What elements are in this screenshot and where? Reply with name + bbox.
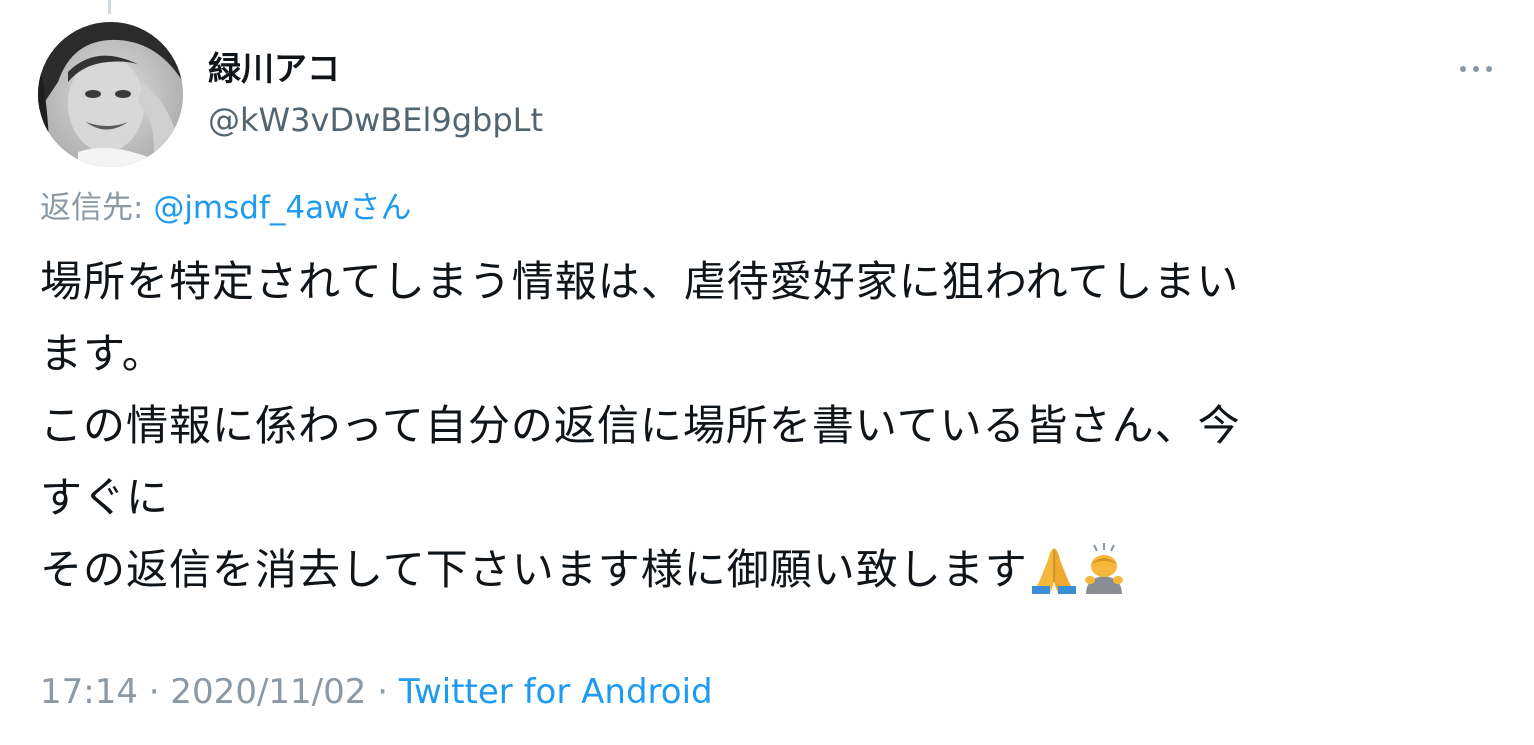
reply-mention-suffix[interactable]: さん — [349, 190, 411, 226]
thread-connector-line — [108, 0, 111, 14]
avatar-photo — [38, 22, 183, 167]
user-handle[interactable]: @kW3vDwBEl9gbpLt — [208, 98, 543, 142]
reply-mention-link[interactable]: @jmsdf_4aw — [153, 190, 349, 226]
tweet-line: 場所を特定されてしまう情報は、虐待愛好家に狙われてしまい — [40, 257, 1240, 306]
tweet-line-last: その返信を消去して下さいます様に御願い致します — [40, 534, 1480, 606]
tweet-line: この情報に係わって自分の返信に場所を書いている皆さん、今 — [40, 401, 1241, 450]
tweet-meta: 17:14 · 2020/11/02 · Twitter for Android — [40, 670, 713, 714]
display-name[interactable]: 緑川アコ — [208, 47, 340, 91]
meta-separator: · — [366, 672, 399, 712]
more-horizontal-icon — [1460, 66, 1492, 72]
replying-to-prefix: 返信先: — [40, 190, 154, 226]
avatar[interactable] — [38, 22, 183, 167]
tweet-line: ます。 — [40, 329, 165, 378]
meta-separator: · — [137, 672, 171, 712]
folded-hands-emoji — [1031, 548, 1076, 594]
tweet-time[interactable]: 17:14 — [40, 672, 138, 712]
replying-to: 返信先: @jmsdf_4awさん — [40, 186, 411, 230]
tweet-source-link[interactable]: Twitter for Android — [399, 672, 713, 712]
more-options-button[interactable] — [1456, 54, 1496, 84]
tweet-date[interactable]: 2020/11/02 — [170, 672, 366, 712]
bowing-person-emoji — [1084, 543, 1123, 594]
tweet-line-text: その返信を消去して下さいます様に御願い致します — [40, 545, 1028, 594]
tweet-text: 場所を特定されてしまう情報は、虐待愛好家に狙われてしまい ます。 この情報に係わ… — [40, 246, 1480, 606]
tweet-line: すぐに — [40, 473, 170, 522]
